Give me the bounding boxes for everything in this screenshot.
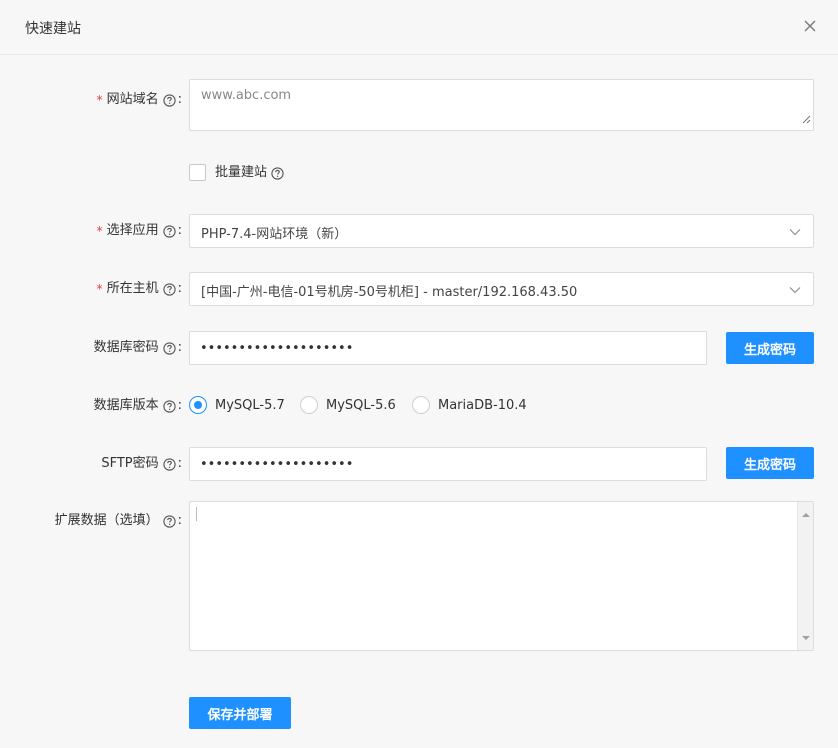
colon: :	[177, 223, 182, 238]
text-caret	[196, 507, 197, 521]
question-circle-icon[interactable]	[162, 399, 176, 413]
question-circle-icon[interactable]	[162, 341, 176, 355]
colon: :	[177, 281, 182, 296]
radio-mariadb-104[interactable]: MariaDB-10.4	[412, 396, 527, 414]
scroll-down-icon[interactable]	[802, 630, 810, 645]
radio-label: MariaDB-10.4	[438, 397, 527, 413]
colon: :	[177, 513, 182, 528]
host-label: 所在主机	[106, 281, 159, 296]
chevron-down-icon	[789, 226, 801, 242]
question-circle-icon[interactable]	[271, 166, 284, 180]
generate-db-password-button[interactable]: 生成密码	[726, 332, 814, 364]
sftp-password-input[interactable]: ••••••••••••••••••••	[189, 447, 707, 481]
question-circle-icon[interactable]	[162, 457, 176, 471]
radio-circle	[300, 396, 318, 414]
sftp-password-value: ••••••••••••••••••••	[200, 457, 354, 472]
db-password-label: 数据库密码	[93, 340, 159, 355]
extra-data-label: 扩展数据（选填）	[54, 513, 159, 528]
radio-mysql-57[interactable]: MySQL-5.7	[189, 396, 285, 414]
required-mark: *	[96, 224, 103, 238]
domain-textarea[interactable]: www.abc.com	[189, 79, 814, 131]
required-mark: *	[96, 93, 103, 107]
batch-build-label: 批量建站	[215, 165, 268, 180]
batch-build-checkbox[interactable]	[189, 164, 206, 181]
question-circle-icon[interactable]	[162, 93, 176, 107]
app-label: 选择应用	[106, 223, 159, 238]
question-circle-icon[interactable]	[162, 514, 176, 528]
radio-circle	[189, 396, 207, 414]
app-label-row: * 选择应用 :	[97, 221, 182, 241]
domain-label: 网站域名	[106, 92, 159, 107]
db-password-label-row: 数据库密码 :	[94, 338, 182, 358]
colon: :	[177, 92, 182, 107]
chevron-down-icon	[789, 284, 801, 300]
domain-label-row: * 网站域名 :	[97, 90, 182, 110]
host-select[interactable]: [中国-广州-电信-01号机房-50号机柜] - master/192.168.…	[189, 272, 814, 306]
app-select-value: PHP-7.4-网站环境（新）	[201, 227, 348, 242]
extra-data-label-row: 扩展数据（选填） :	[55, 511, 182, 531]
domain-placeholder: www.abc.com	[201, 88, 292, 103]
db-password-input[interactable]: ••••••••••••••••••••	[189, 331, 707, 365]
scroll-up-icon[interactable]	[802, 507, 810, 522]
colon: :	[177, 456, 182, 471]
sftp-password-label: SFTP密码	[101, 456, 159, 471]
generate-sftp-password-button[interactable]: 生成密码	[726, 447, 814, 479]
host-label-row: * 所在主机 :	[97, 279, 182, 299]
db-password-value: ••••••••••••••••••••	[200, 341, 354, 356]
required-mark: *	[96, 282, 103, 296]
quick-build-dialog: 快速建站 * 网站域名 : www.abc.com 批量建站 * 选择应用 :	[0, 0, 838, 748]
radio-mysql-56[interactable]: MySQL-5.6	[300, 396, 396, 414]
extra-data-scrollbar[interactable]	[797, 502, 813, 650]
colon: :	[177, 398, 182, 413]
radio-label: MySQL-5.6	[326, 397, 396, 413]
dialog-header: 快速建站	[0, 0, 838, 55]
extra-data-textarea[interactable]	[189, 501, 814, 651]
sftp-password-label-row: SFTP密码 :	[101, 454, 182, 474]
question-circle-icon[interactable]	[162, 282, 176, 296]
db-version-label-row: 数据库版本 :	[94, 396, 182, 416]
resize-grip-icon[interactable]	[801, 113, 811, 128]
app-select[interactable]: PHP-7.4-网站环境（新）	[189, 214, 814, 248]
db-version-label: 数据库版本	[93, 398, 159, 413]
close-icon[interactable]	[800, 16, 820, 36]
dialog-title: 快速建站	[25, 21, 81, 37]
batch-build-label-row: 批量建站	[215, 163, 284, 183]
colon: :	[177, 340, 182, 355]
radio-circle	[412, 396, 430, 414]
radio-label: MySQL-5.7	[215, 397, 285, 413]
save-and-deploy-button[interactable]: 保存并部署	[189, 697, 291, 729]
host-select-value: [中国-广州-电信-01号机房-50号机柜] - master/192.168.…	[201, 285, 578, 300]
question-circle-icon[interactable]	[162, 224, 176, 238]
